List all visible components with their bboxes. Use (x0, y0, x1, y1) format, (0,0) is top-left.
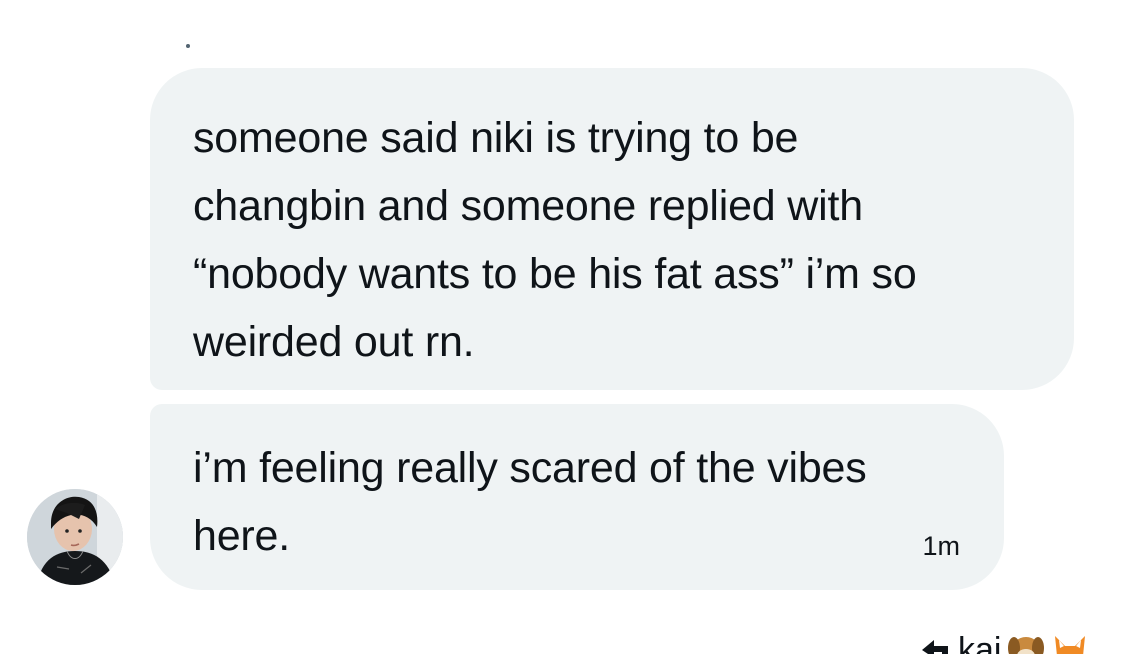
footer-signature: kai (918, 630, 1147, 654)
message-bubble[interactable]: someone said niki is trying to be changb… (150, 68, 1074, 390)
dog-face-emoji-icon (1008, 637, 1045, 654)
message-text: someone said niki is trying to be changb… (193, 114, 917, 366)
reply-arrow-icon (922, 640, 948, 654)
user-avatar-icon (27, 489, 123, 585)
fox-face-emoji-icon (1055, 636, 1086, 654)
message-bubble[interactable]: i’m feeling really scared of the vibes h… (150, 404, 1004, 590)
message-text: i’m feeling really scared of the vibes h… (193, 444, 867, 560)
message-timestamp: 1m (922, 531, 960, 561)
sender-avatar[interactable] (27, 489, 123, 585)
separator-dot (186, 44, 190, 48)
footer-name: kai (958, 631, 1002, 654)
